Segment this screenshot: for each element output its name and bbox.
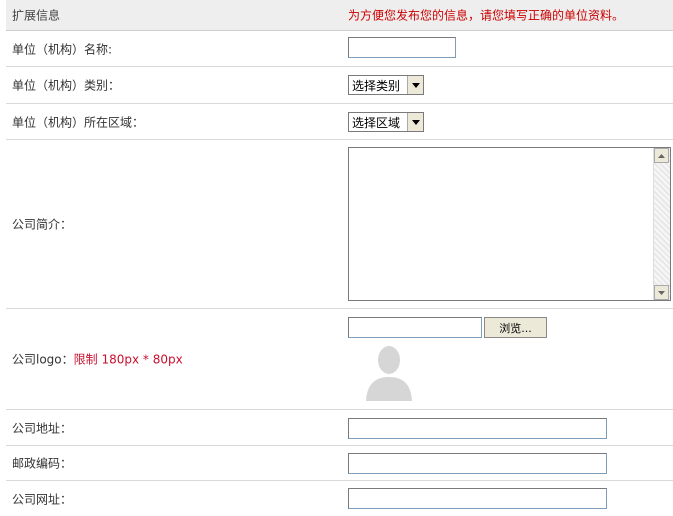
logo-limit-text: 限制 180px * 80px [73, 352, 183, 367]
chevron-down-icon[interactable] [407, 76, 423, 94]
postcode-row: 邮政编码： [6, 446, 673, 481]
logo-label: 公司logo：限制 180px * 80px [12, 351, 183, 368]
intro-label: 公司简介： [12, 217, 73, 232]
browse-button[interactable]: 浏览... [484, 317, 547, 338]
website-label: 公司网址： [12, 492, 73, 506]
org-name-input[interactable] [348, 37, 456, 58]
extended-info-form: 扩展信息 为方便您发布您的信息，请您填写正确的单位资料。 单位（机构）名称: 单… [0, 0, 673, 516]
org-region-row: 单位（机构）所在区域： 选择区域 [6, 104, 673, 140]
postcode-label: 邮政编码： [12, 456, 73, 471]
org-type-selected: 选择类别 [352, 78, 401, 93]
org-type-select[interactable]: 选择类别 [348, 75, 424, 95]
address-input[interactable] [348, 418, 607, 439]
org-region-selected: 选择区域 [352, 115, 401, 130]
org-type-row: 单位（机构）类别： 选择类别 [6, 67, 673, 104]
address-label: 公司地址： [12, 421, 73, 435]
notice-text: 为方便您发布您的信息，请您填写正确的单位资料。 [348, 8, 625, 23]
scroll-up-icon[interactable] [654, 148, 669, 163]
person-silhouette-icon [364, 343, 414, 401]
org-region-select[interactable]: 选择区域 [348, 112, 424, 132]
address-row: 公司地址： [6, 410, 673, 446]
logo-row: 公司logo：限制 180px * 80px 浏览... [6, 309, 673, 410]
org-region-label: 单位（机构）所在区域： [12, 115, 145, 129]
chevron-down-icon[interactable] [407, 113, 423, 131]
intro-textarea[interactable] [348, 147, 671, 301]
section-header: 扩展信息 为方便您发布您的信息，请您填写正确的单位资料。 [6, 0, 673, 31]
org-type-label: 单位（机构）类别： [12, 78, 121, 93]
section-title: 扩展信息 [12, 8, 61, 23]
scroll-down-icon[interactable] [654, 285, 669, 300]
logo-label-prefix: 公司logo： [12, 352, 74, 367]
org-name-row: 单位（机构）名称: [6, 31, 673, 67]
website-input[interactable] [348, 488, 607, 509]
website-row: 公司网址： [6, 481, 673, 516]
intro-row: 公司简介： [6, 140, 673, 309]
logo-file-input[interactable] [348, 317, 482, 338]
textarea-scrollbar[interactable] [653, 148, 670, 300]
postcode-input[interactable] [348, 453, 607, 474]
org-name-label: 单位（机构）名称: [12, 42, 113, 56]
